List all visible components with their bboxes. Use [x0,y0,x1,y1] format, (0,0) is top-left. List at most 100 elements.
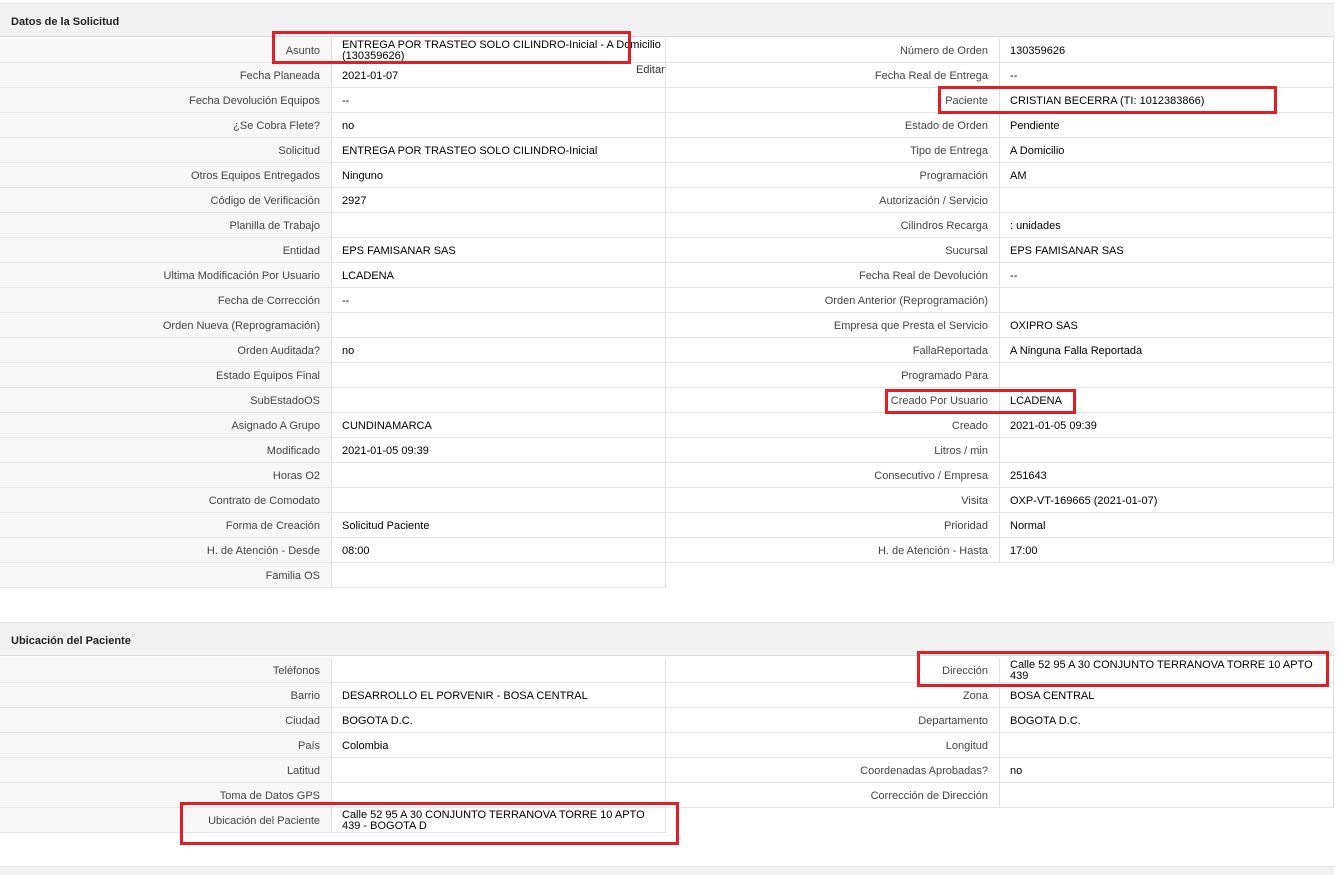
value-forma-de-creacion: Solicitud Paciente [332,513,666,538]
label-tipo-de-entrega: Tipo de Entrega [666,138,1000,163]
label-correccion-de-direccion: Corrección de Dirección [666,783,1000,808]
label-h-de-atencion-desde: H. de Atención - Desde [0,538,332,563]
next-section-header [0,866,1334,875]
field-row: Estado Equipos Final Programado Para [0,363,1334,388]
section-title: Ubicación del Paciente [11,635,131,647]
label-fecha-real-de-devolucion: Fecha Real de Devolución [666,263,1000,288]
label-modificado: Modificado [0,438,332,463]
label-latitud: Latitud [0,758,332,783]
value-fecha-de-correccion: -- [332,288,666,313]
label-consecutivo-empresa: Consecutivo / Empresa [666,463,1000,488]
value-pais: Colombia [332,733,666,758]
value-programacion: AM [1000,163,1334,188]
label-solicitud: Solicitud [0,138,332,163]
value-h-de-atencion-hasta: 17:00 [1000,538,1334,563]
value-empresa-que-presta-el-servicio: OXIPRO SAS [1000,313,1334,338]
value-h-de-atencion-desde: 08:00 [332,538,666,563]
label-asignado-a-grupo: Asignado A Grupo [0,413,332,438]
label-codigo-de-verificacion: Código de Verificación [0,188,332,213]
field-row: Horas O2 Consecutivo / Empresa 251643 [0,463,1334,488]
field-row: Latitud Coordenadas Aprobadas? no [0,758,1334,783]
field-row: ¿Se Cobra Flete? no Estado de Orden Pendien… [0,113,1334,138]
label-orden-nueva-reprogramacion: Orden Nueva (Reprogramación) [0,313,332,338]
label-ultima-modificacion-por-usuario: Ultima Modificación Por Usuario [0,263,332,288]
label-cilindros-recarga: Cilindros Recarga [666,213,1000,238]
value-latitud [332,758,666,783]
field-row: Toma de Datos GPS Corrección de Dirección [0,783,1334,808]
label-orden-anterior-reprogramacion: Orden Anterior (Reprogramación) [666,288,1000,313]
label-fecha-de-correccion: Fecha de Corrección [0,288,332,313]
value-programado-para [1000,363,1334,388]
value-solicitud: ENTREGA POR TRASTEO SOLO CILINDRO-Inicia… [332,138,666,163]
field-row: Planilla de Trabajo Cilindros Recarga: un… [0,213,1334,238]
label-litros-min: Litros / min [666,438,1000,463]
label-horas-o2: Horas O2 [0,463,332,488]
value-litros-min [1000,438,1334,463]
label-subestadoos: SubEstadoOS [0,388,332,413]
value-sucursal: EPS FAMISANAR SAS [1000,238,1334,263]
label-fecha-planeada: Fecha Planeada [0,63,332,88]
label-numero-de-orden: Número de Orden [666,38,1000,63]
label-orden-auditada: Orden Auditada? [0,338,332,363]
value-contrato-de-comodato [332,488,666,513]
label-programado-para: Programado Para [666,363,1000,388]
field-row: Ciudad BOGOTA D.C. Departamento BOGOTA D.C. [0,708,1334,733]
field-row: Barrio DESARROLLO EL PORVENIR - BOSA CENT… [0,683,1334,708]
field-row: Fecha Devolución Equipos -- Paciente CRISTI… [0,88,1334,113]
field-row: Código de Verificación 2927 Autorización /… [0,188,1334,213]
label-estado-equipos-final: Estado Equipos Final [0,363,332,388]
value-planilla-de-trabajo [332,213,666,238]
label-direccion: Dirección [666,658,1000,683]
value-barrio: DESARROLLO EL PORVENIR - BOSA CENTRAL [332,683,666,708]
field-row: Otros Equipos Entregados Ninguno Programac… [0,163,1334,188]
field-row: Fecha de Corrección -- Orden Anterior (Rep… [0,288,1334,313]
section-header-solicitud: Datos de la Solicitud [0,3,1334,37]
label-otros-equipos-entregados: Otros Equipos Entregados [0,163,332,188]
value-departamento: BOGOTA D.C. [1000,708,1334,733]
value-coordenadas-aprobadas: no [1000,758,1334,783]
value-estado-equipos-final [332,363,666,388]
label-autorizacion-servicio: Autorización / Servicio [666,188,1000,213]
label-visita: Visita [666,488,1000,513]
label-fallareportada: FallaReportada [666,338,1000,363]
label-entidad: Entidad [0,238,332,263]
solicitud-fields-grid: Asunto ENTREGA POR TRASTEO SOLO CILINDRO-… [0,38,1334,588]
field-row: Ubicación del Paciente Calle 52 95 A 30 C… [0,808,1334,833]
value-ciudad: BOGOTA D.C. [332,708,666,733]
value-fecha-devolucion-equipos: -- [332,88,666,113]
value-modificado: 2021-01-05 09:39 [332,438,666,463]
value-visita: OXP-VT-169665 (2021-01-07) [1000,488,1334,513]
label-barrio: Barrio [0,683,332,708]
field-row: Orden Auditada? no FallaReportada A Ninguna… [0,338,1334,363]
label-prioridad: Prioridad [666,513,1000,538]
label-fecha-devolucion-equipos: Fecha Devolución Equipos [0,88,332,113]
section-header-ubicacion: Ubicación del Paciente [0,622,1334,656]
label-zona: Zona [666,683,1000,708]
value-se-cobra-flete: no [332,113,666,138]
value-paciente: CRISTIAN BECERRA (TI: 1012383866) [1000,88,1334,113]
label-asunto: Asunto [0,38,332,63]
value-fecha-real-de-entrega: -- [1000,63,1334,88]
value-longitud [1000,733,1334,758]
label-creado-por-usuario: Creado Por Usuario [666,388,1000,413]
label-contrato-de-comodato: Contrato de Comodato [0,488,332,513]
value-autorizacion-servicio [1000,188,1334,213]
label-creado: Creado [666,413,1000,438]
label-sucursal: Sucursal [666,238,1000,263]
label-se-cobra-flete: ¿Se Cobra Flete? [0,113,332,138]
label-planilla-de-trabajo: Planilla de Trabajo [0,213,332,238]
label-empresa-que-presta-el-servicio: Empresa que Presta el Servicio [666,313,1000,338]
field-row: Fecha Planeada 2021-01-07 Fecha Real de En… [0,63,1334,88]
value-orden-nueva-reprogramacion [332,313,666,338]
label-ubicacion-del-paciente: Ubicación del Paciente [0,808,332,833]
label-toma-de-datos-gps: Toma de Datos GPS [0,783,332,808]
value-consecutivo-empresa: 251643 [1000,463,1334,488]
field-row: Ultima Modificación Por Usuario LCADENA Fe… [0,263,1334,288]
field-row: H. de Atención - Desde 08:00 H. de Atenció… [0,538,1334,563]
value-fecha-planeada: 2021-01-07 [332,63,666,88]
label-pais: País [0,733,332,758]
edit-link[interactable]: Editar [636,64,665,76]
value-zona: BOSA CENTRAL [1000,683,1334,708]
label-paciente: Paciente [666,88,1000,113]
value-fecha-real-de-devolucion: -- [1000,263,1334,288]
